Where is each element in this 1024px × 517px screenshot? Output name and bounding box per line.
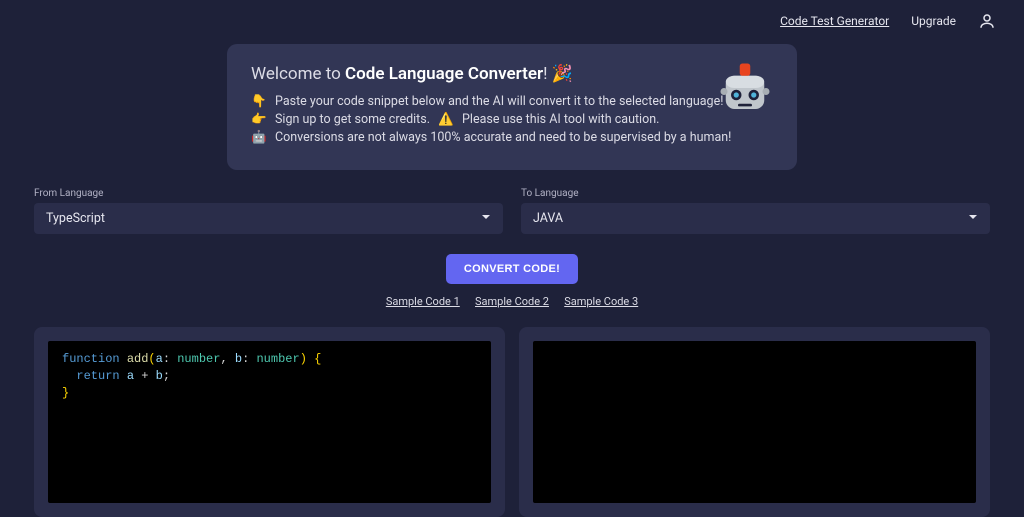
welcome-title: Welcome to Code Language Converter! 🎉 <box>251 64 773 84</box>
robot-illustration-icon <box>717 60 773 116</box>
top-nav: Code Test Generator Upgrade <box>0 0 1024 38</box>
from-language-col: From Language TypeScript <box>34 188 503 234</box>
output-panel <box>519 327 990 517</box>
convert-wrap: CONVERT CODE! <box>0 254 1024 284</box>
sample-code-1-link[interactable]: Sample Code 1 <box>386 295 460 308</box>
pointing-down-icon: 👇 <box>251 94 267 109</box>
warning-icon: ⚠️ <box>438 112 454 127</box>
chevron-down-icon <box>481 211 491 226</box>
to-language-value: JAVA <box>533 211 563 226</box>
code-panels: function add(a: number, b: number) { ret… <box>0 327 1024 517</box>
user-icon[interactable] <box>978 12 996 30</box>
from-language-select[interactable]: TypeScript <box>34 203 503 234</box>
from-language-label: From Language <box>34 188 503 199</box>
welcome-card: Welcome to Code Language Converter! 🎉 👇 … <box>227 44 797 170</box>
welcome-line-3: 🤖 Conversions are not always 100% accura… <box>251 130 773 145</box>
code-test-generator-link[interactable]: Code Test Generator <box>780 14 889 28</box>
convert-button[interactable]: CONVERT CODE! <box>446 254 578 284</box>
sample-links: Sample Code 1 Sample Code 2 Sample Code … <box>0 294 1024 309</box>
welcome-line-1: 👇 Paste your code snippet below and the … <box>251 94 773 109</box>
sample-code-3-link[interactable]: Sample Code 3 <box>564 295 638 308</box>
welcome-line-2: 👉 Sign up to get some credits. ⚠️ Please… <box>251 112 773 127</box>
to-language-col: To Language JAVA <box>521 188 990 234</box>
chevron-down-icon <box>968 211 978 226</box>
output-code-editor[interactable] <box>533 341 976 503</box>
upgrade-link[interactable]: Upgrade <box>911 14 956 28</box>
pointing-right-icon: 👉 <box>251 112 267 127</box>
to-language-label: To Language <box>521 188 990 199</box>
from-language-value: TypeScript <box>46 211 105 226</box>
language-selectors: From Language TypeScript To Language JAV… <box>0 188 1024 234</box>
source-code-editor[interactable]: function add(a: number, b: number) { ret… <box>48 341 491 503</box>
robot-emoji-icon: 🤖 <box>251 130 267 145</box>
source-panel: function add(a: number, b: number) { ret… <box>34 327 505 517</box>
to-language-select[interactable]: JAVA <box>521 203 990 234</box>
sample-code-2-link[interactable]: Sample Code 2 <box>475 295 549 308</box>
